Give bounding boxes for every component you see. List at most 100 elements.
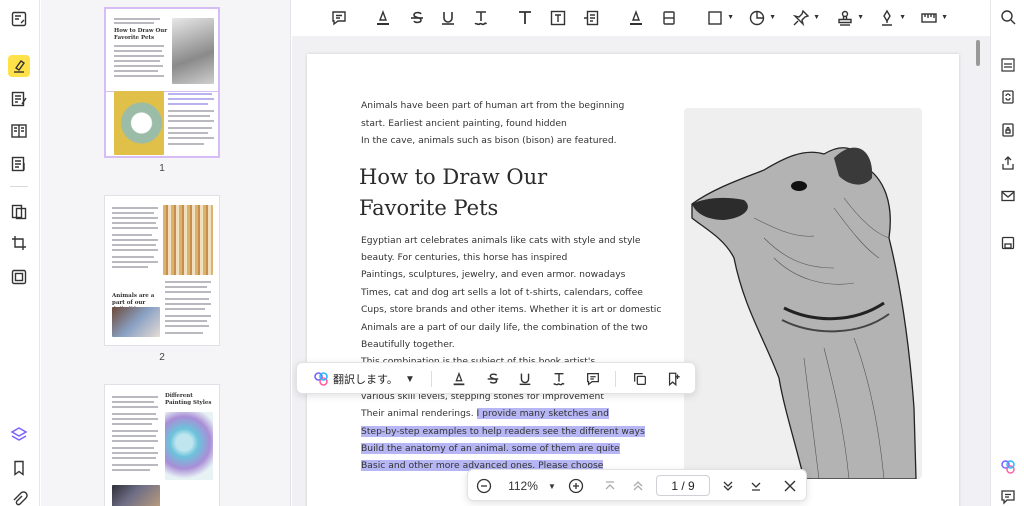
annotation-toolbar: ▼ ▼ ▼ ▼ ▼ ▼	[292, 0, 990, 36]
crop-icon[interactable]	[8, 232, 30, 254]
first-page-icon[interactable]	[602, 477, 618, 495]
eraser-icon[interactable]	[658, 8, 680, 28]
pin-icon[interactable]: ▼	[790, 8, 820, 28]
share-icon[interactable]	[999, 154, 1017, 172]
text-icon[interactable]	[514, 8, 536, 28]
strikethrough-icon[interactable]	[485, 369, 501, 389]
underline-icon[interactable]	[437, 8, 459, 28]
strikethrough-icon[interactable]	[406, 8, 428, 28]
right-tool-rail	[990, 0, 1024, 506]
dog-sketch-image[interactable]	[684, 108, 922, 479]
text-box-icon[interactable]	[547, 8, 569, 28]
search-icon[interactable]	[999, 8, 1017, 26]
previous-page-icon[interactable]	[630, 477, 646, 495]
intro-line-3[interactable]: In the cave, animals such as bison (biso…	[361, 135, 617, 146]
page-navigation-bar: 112% ▼ 1 / 9	[467, 469, 807, 501]
body-line[interactable]: Beautifully together.	[361, 339, 455, 350]
close-icon[interactable]	[782, 477, 798, 495]
convert-icon[interactable]	[999, 88, 1017, 106]
callout-icon[interactable]	[580, 8, 602, 28]
copy-icon[interactable]	[632, 369, 648, 389]
painted-dog-thumbnail	[114, 91, 164, 155]
page-title-line-2[interactable]: Favorite Pets	[359, 196, 498, 220]
comment-highlighter-icon[interactable]	[8, 55, 30, 77]
next-page-icon[interactable]	[720, 477, 736, 495]
shape-icon[interactable]: ▼	[704, 8, 734, 28]
thumb-page-number: 2	[159, 352, 165, 363]
comment-icon[interactable]	[585, 369, 601, 389]
underline-icon[interactable]	[517, 369, 533, 389]
zoom-out-icon[interactable]	[476, 477, 492, 495]
save-icon[interactable]	[999, 234, 1017, 252]
layers-icon[interactable]	[8, 424, 30, 446]
comments-panel-icon[interactable]	[999, 488, 1017, 506]
rail-divider	[10, 186, 28, 187]
body-line[interactable]: beauty. For centuries, this horse has in…	[361, 252, 567, 263]
intro-line-1[interactable]: Animals have been part of human art from…	[361, 100, 624, 111]
read-mode-icon[interactable]	[8, 120, 30, 142]
tools-icon[interactable]	[8, 266, 30, 288]
edit-text-icon[interactable]	[8, 88, 30, 110]
page-thumbnail-3[interactable]: Different Painting Styles	[104, 384, 220, 506]
bookmark-icon[interactable]	[8, 457, 30, 479]
signature-icon[interactable]: ▼	[876, 8, 906, 28]
translate-button[interactable]: 翻訳します。	[313, 369, 398, 389]
page-thumbnails-panel: How to Draw Our Favorite Pets 1 Animals …	[41, 0, 291, 506]
last-page-icon[interactable]	[748, 477, 764, 495]
supplies-thumbnail	[112, 485, 160, 506]
dog-sketch-thumbnail	[172, 18, 214, 84]
organize-pages-icon[interactable]	[8, 201, 30, 223]
ai-assistant-icon[interactable]	[999, 458, 1017, 476]
thumb-title: How to Draw Our Favorite Pets	[114, 28, 168, 41]
form-icon[interactable]	[8, 153, 30, 175]
zoom-level[interactable]: 112%	[508, 477, 538, 495]
body-line[interactable]: Their animal renderings. I provide many …	[361, 408, 609, 419]
text-selection-toolbar: 翻訳します。 ▼	[296, 362, 696, 394]
vertical-scrollbar[interactable]	[976, 40, 980, 66]
left-tool-rail	[0, 0, 40, 506]
highlight-icon[interactable]	[372, 8, 394, 28]
document-viewport[interactable]: Animals have been part of human art from…	[292, 36, 990, 506]
body-line[interactable]: Times, cat and dog art sells a lot of t-…	[361, 287, 643, 298]
thumb-title: Different Painting Styles	[165, 393, 212, 406]
body-line[interactable]: Animals are a part of our daily life, th…	[361, 322, 648, 333]
measure-icon[interactable]: ▼	[918, 8, 948, 28]
highlighted-text[interactable]: I provide many sketches and	[476, 408, 609, 419]
squiggly-icon[interactable]	[551, 369, 567, 389]
renderings-prefix[interactable]: Their animal renderings.	[361, 408, 474, 419]
chevron-down-icon[interactable]: ▼	[548, 477, 556, 495]
sticker-icon[interactable]: ▼	[746, 8, 776, 28]
edit-pdf-icon[interactable]	[8, 8, 30, 30]
highlight-icon[interactable]	[451, 369, 467, 389]
highlighted-text[interactable]: Step-by-step examples to help readers se…	[361, 426, 645, 437]
page-number-field[interactable]: 1 / 9	[656, 475, 710, 496]
watercolor-thumbnail	[165, 412, 213, 480]
squiggly-icon[interactable]	[470, 8, 492, 28]
comment-icon[interactable]	[328, 8, 350, 28]
pencil-icon[interactable]	[625, 8, 647, 28]
body-line[interactable]: Egyptian art celebrates animals like cat…	[361, 235, 641, 246]
chevron-down-icon[interactable]: ▼	[405, 369, 415, 389]
ocr-icon[interactable]	[999, 56, 1017, 74]
pdf-editor-window: How to Draw Our Favorite Pets 1 Animals …	[0, 0, 1024, 506]
translate-label: 翻訳します。	[333, 373, 398, 386]
page-thumbnail-2[interactable]: Animals are a part of our daily life	[104, 195, 220, 346]
brushes-thumbnail	[163, 205, 213, 275]
protect-icon[interactable]	[999, 121, 1017, 139]
stamp-icon[interactable]: ▼	[834, 8, 864, 28]
page-title-line-1[interactable]: How to Draw Our	[359, 165, 547, 189]
body-line[interactable]: Paintings, sculptures, jewelry, and even…	[361, 269, 625, 280]
toolbar-divider	[615, 371, 616, 387]
add-bookmark-icon[interactable]	[666, 369, 682, 389]
page-thumbnail-1[interactable]: How to Draw Our Favorite Pets	[104, 7, 220, 158]
email-icon[interactable]	[999, 187, 1017, 205]
attachment-icon[interactable]	[8, 488, 30, 506]
paints-thumbnail	[112, 307, 160, 337]
intro-line-2[interactable]: start. Earliest ancient painting, found …	[361, 118, 567, 129]
thumb-page-number: 1	[159, 163, 165, 174]
highlighted-text[interactable]: Build the anatomy of an animal. some of …	[361, 443, 620, 454]
zoom-in-icon[interactable]	[568, 477, 584, 495]
toolbar-divider	[431, 371, 432, 387]
body-line[interactable]: Cups, store brands and other items. Whet…	[361, 304, 661, 315]
pdf-page[interactable]: Animals have been part of human art from…	[307, 54, 959, 506]
